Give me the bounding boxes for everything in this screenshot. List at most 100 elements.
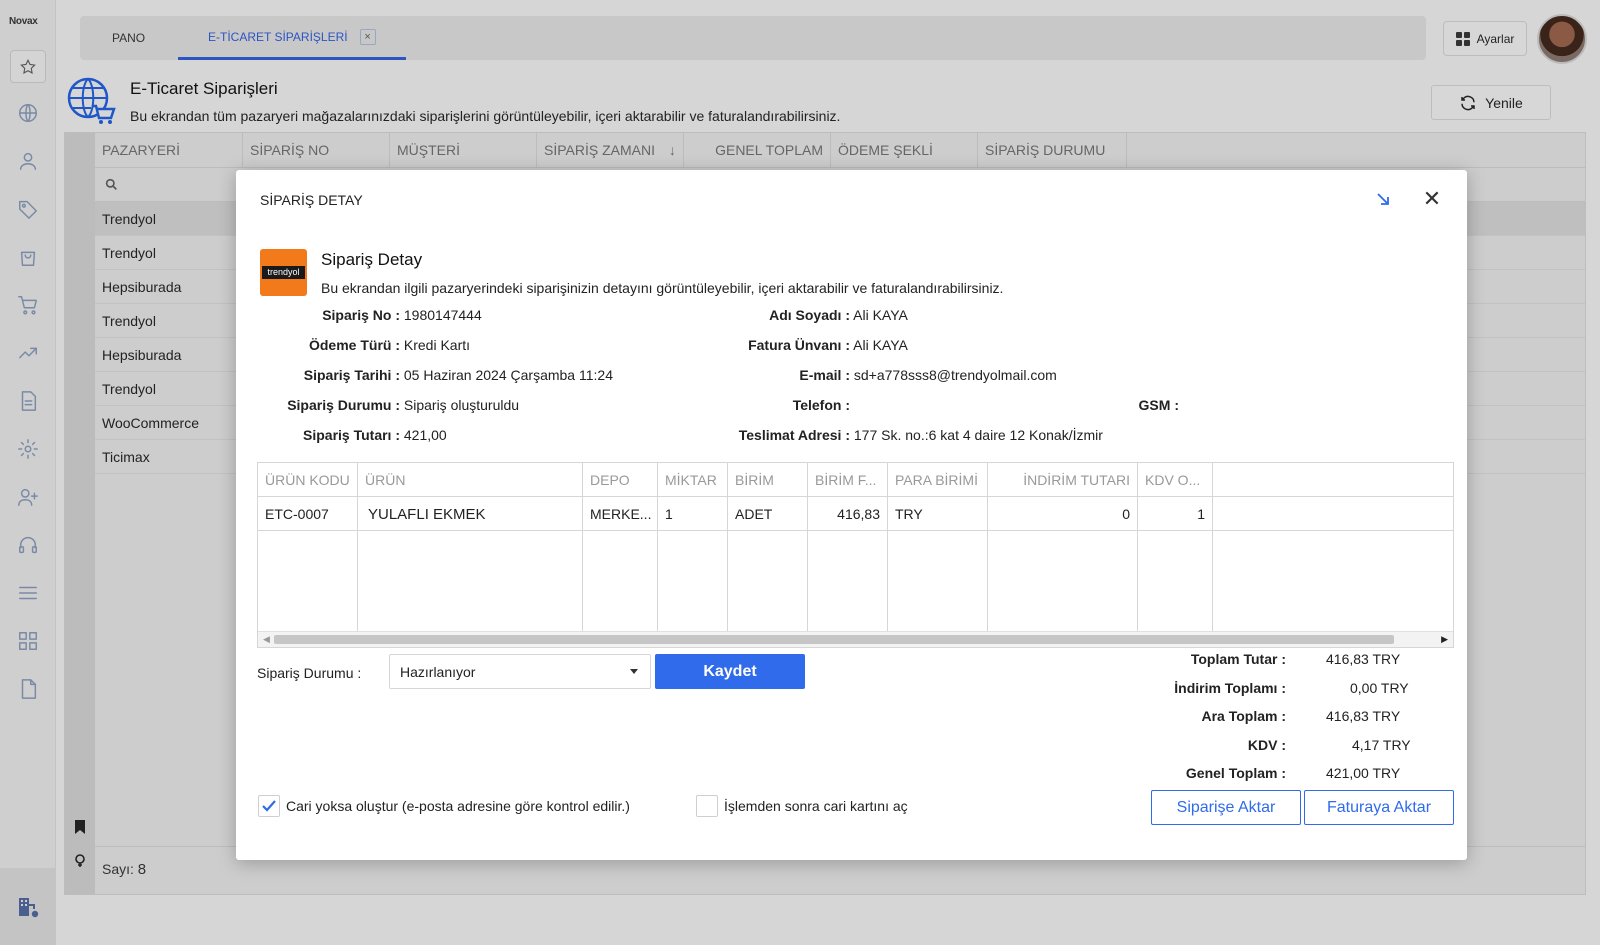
order-items-grid: ÜRÜN KODU ÜRÜN DEPO MİKTAR BİRİM BİRİM F… [257, 462, 1454, 648]
lightbulb-icon[interactable] [73, 853, 87, 869]
col-header[interactable]: ÖDEME ŞEKLİ [831, 133, 978, 167]
col-header[interactable]: İNDİRİM TUTARI [988, 463, 1138, 496]
menu-icon[interactable] [14, 579, 42, 607]
info-order-date: Sipariş Tarihi : 05 Haziran 2024 Çarşamb… [256, 367, 613, 383]
cell-discount: 0 [988, 497, 1138, 530]
total-value: 416,83 TRY [1326, 708, 1400, 724]
avatar[interactable] [1537, 14, 1587, 64]
user-icon[interactable] [14, 147, 42, 175]
company-settings-icon[interactable] [0, 868, 56, 945]
info-value: 1980147444 [403, 307, 482, 323]
apps-grid-icon[interactable] [14, 627, 42, 655]
total-amount: 4,17 [1352, 737, 1380, 753]
info-value: Sipariş oluşturuldu [403, 397, 520, 413]
total-label: Genel Toplam : [1185, 765, 1286, 781]
app-logo: Novax [9, 16, 38, 27]
close-tab-icon[interactable]: × [359, 28, 376, 45]
info-value: Ali KAYA [853, 307, 908, 323]
col-header[interactable]: MİKTAR [658, 463, 728, 496]
col-header[interactable]: SİPARİŞ NO [243, 133, 390, 167]
settings-button[interactable]: Ayarlar [1443, 21, 1527, 56]
trendyol-logo: trendyol [260, 249, 307, 296]
create-customer-checkbox[interactable] [258, 795, 280, 817]
scrollbar-thumb[interactable] [274, 635, 1394, 644]
save-button[interactable]: Kaydet [655, 654, 805, 689]
tag-icon[interactable] [14, 195, 42, 223]
open-customer-card-label: İşlemden sonra cari kartını aç [724, 798, 908, 814]
grid-header: PAZARYERİ SİPARİŞ NO MÜŞTERİ SİPARİŞ ZAM… [95, 133, 1585, 168]
scroll-right-icon[interactable]: ▶ [1441, 634, 1448, 645]
table-row[interactable]: ETC-0007 YULAFLI EKMEK MERKE... 1 ADET 4… [258, 497, 1453, 531]
col-header[interactable]: SİPARİŞ DURUMU [978, 133, 1127, 167]
total-key: İndirim Toplamı : [1166, 680, 1286, 700]
col-header[interactable]: MÜŞTERİ [390, 133, 537, 167]
file-icon[interactable] [14, 675, 42, 703]
trending-up-icon[interactable] [14, 339, 42, 367]
info-key: Sipariş No : [322, 307, 400, 323]
gear-icon[interactable] [14, 435, 42, 463]
total-key: Genel Toplam : [1166, 765, 1286, 785]
tab-eticaret-siparisleri[interactable]: E-TİCARET SİPARİŞLERİ × [178, 16, 406, 60]
scroll-left-icon[interactable]: ◀ [263, 634, 270, 645]
col-header-label: SİPARİŞ ZAMANI [544, 142, 655, 158]
close-icon[interactable]: ✕ [1419, 186, 1445, 212]
total-value: 4,17 TRY [1352, 737, 1411, 753]
globe-icon[interactable] [14, 99, 42, 127]
col-header-sorted[interactable]: SİPARİŞ ZAMANI ↓ [537, 133, 684, 167]
grid-icon [1455, 31, 1470, 46]
minimize-arrow-icon[interactable] [1372, 188, 1394, 210]
document-icon[interactable] [14, 387, 42, 415]
detail-description: Bu ekrandan ilgili pazaryerindeki sipari… [321, 280, 1004, 296]
info-key: GSM : [1138, 397, 1179, 413]
cell-quantity: 1 [658, 497, 728, 530]
settings-label: Ayarlar [1476, 31, 1515, 46]
refresh-label: Yenile [1485, 94, 1523, 111]
cell-product-name: YULAFLI EKMEK [358, 497, 583, 530]
order-status-select[interactable]: Hazırlanıyor [389, 654, 651, 689]
col-header[interactable]: DEPO [583, 463, 658, 496]
info-key: E-mail : [799, 367, 850, 383]
col-header[interactable]: KDV O... [1138, 463, 1213, 496]
grid-divider [657, 531, 658, 631]
total-value: 421,00 TRY [1326, 765, 1400, 781]
col-header[interactable]: GENEL TOPLAM [684, 133, 831, 167]
search-icon [105, 178, 117, 190]
shopping-bag-icon[interactable] [14, 243, 42, 271]
favorites-star-icon[interactable] [10, 50, 46, 83]
info-gsm: GSM : [1119, 397, 1179, 413]
cell-product-code: ETC-0007 [258, 497, 358, 530]
bookmark-icon[interactable] [73, 819, 87, 835]
info-key: Sipariş Tarihi : [303, 367, 400, 383]
col-header[interactable]: BİRİM [728, 463, 808, 496]
cart-icon[interactable] [14, 291, 42, 319]
col-header[interactable]: ÜRÜN KODU [258, 463, 358, 496]
total-amount: 0,00 [1350, 680, 1378, 696]
refresh-button[interactable]: Yenile [1431, 85, 1551, 120]
page-title: E-Ticaret Siparişleri [130, 79, 278, 98]
headset-icon[interactable] [14, 531, 42, 559]
total-currency: TRY [1372, 708, 1401, 724]
row-count-value: 8 [137, 861, 147, 878]
info-order-amount: Sipariş Tutarı : 421,00 [256, 427, 447, 443]
total-currency: TRY [1382, 737, 1411, 753]
total-key: Ara Toplam : [1166, 708, 1286, 728]
open-customer-card-checkbox[interactable] [696, 795, 718, 817]
transfer-to-order-button[interactable]: Siparişe Aktar [1151, 790, 1301, 825]
info-order-status: Sipariş Durumu : Sipariş oluşturuldu [256, 397, 519, 413]
modal-title: SİPARİŞ DETAY [260, 192, 363, 208]
col-header[interactable]: PARA BİRİMİ [888, 463, 988, 496]
info-order-no: Sipariş No : 1980147444 [256, 307, 482, 323]
total-currency: TRY [1380, 680, 1409, 696]
tab-label: E-TİCARET SİPARİŞLERİ [208, 29, 348, 44]
info-invoice-title: Fatura Ünvanı : Ali KAYA [636, 337, 908, 353]
add-user-icon[interactable] [14, 483, 42, 511]
grid-divider [357, 531, 358, 631]
info-phone: Telefon : [636, 397, 850, 413]
col-header[interactable]: ÜRÜN [358, 463, 583, 496]
order-detail-modal: SİPARİŞ DETAY ✕ trendyol Sipariş Detay B… [236, 170, 1467, 860]
col-header[interactable]: BİRİM F... [808, 463, 888, 496]
tab-pano[interactable]: PANO [112, 16, 145, 60]
col-header[interactable]: PAZARYERİ [95, 133, 243, 167]
horizontal-scrollbar[interactable]: ◀ ▶ [258, 631, 1453, 647]
transfer-to-invoice-button[interactable]: Faturaya Aktar [1304, 790, 1454, 825]
